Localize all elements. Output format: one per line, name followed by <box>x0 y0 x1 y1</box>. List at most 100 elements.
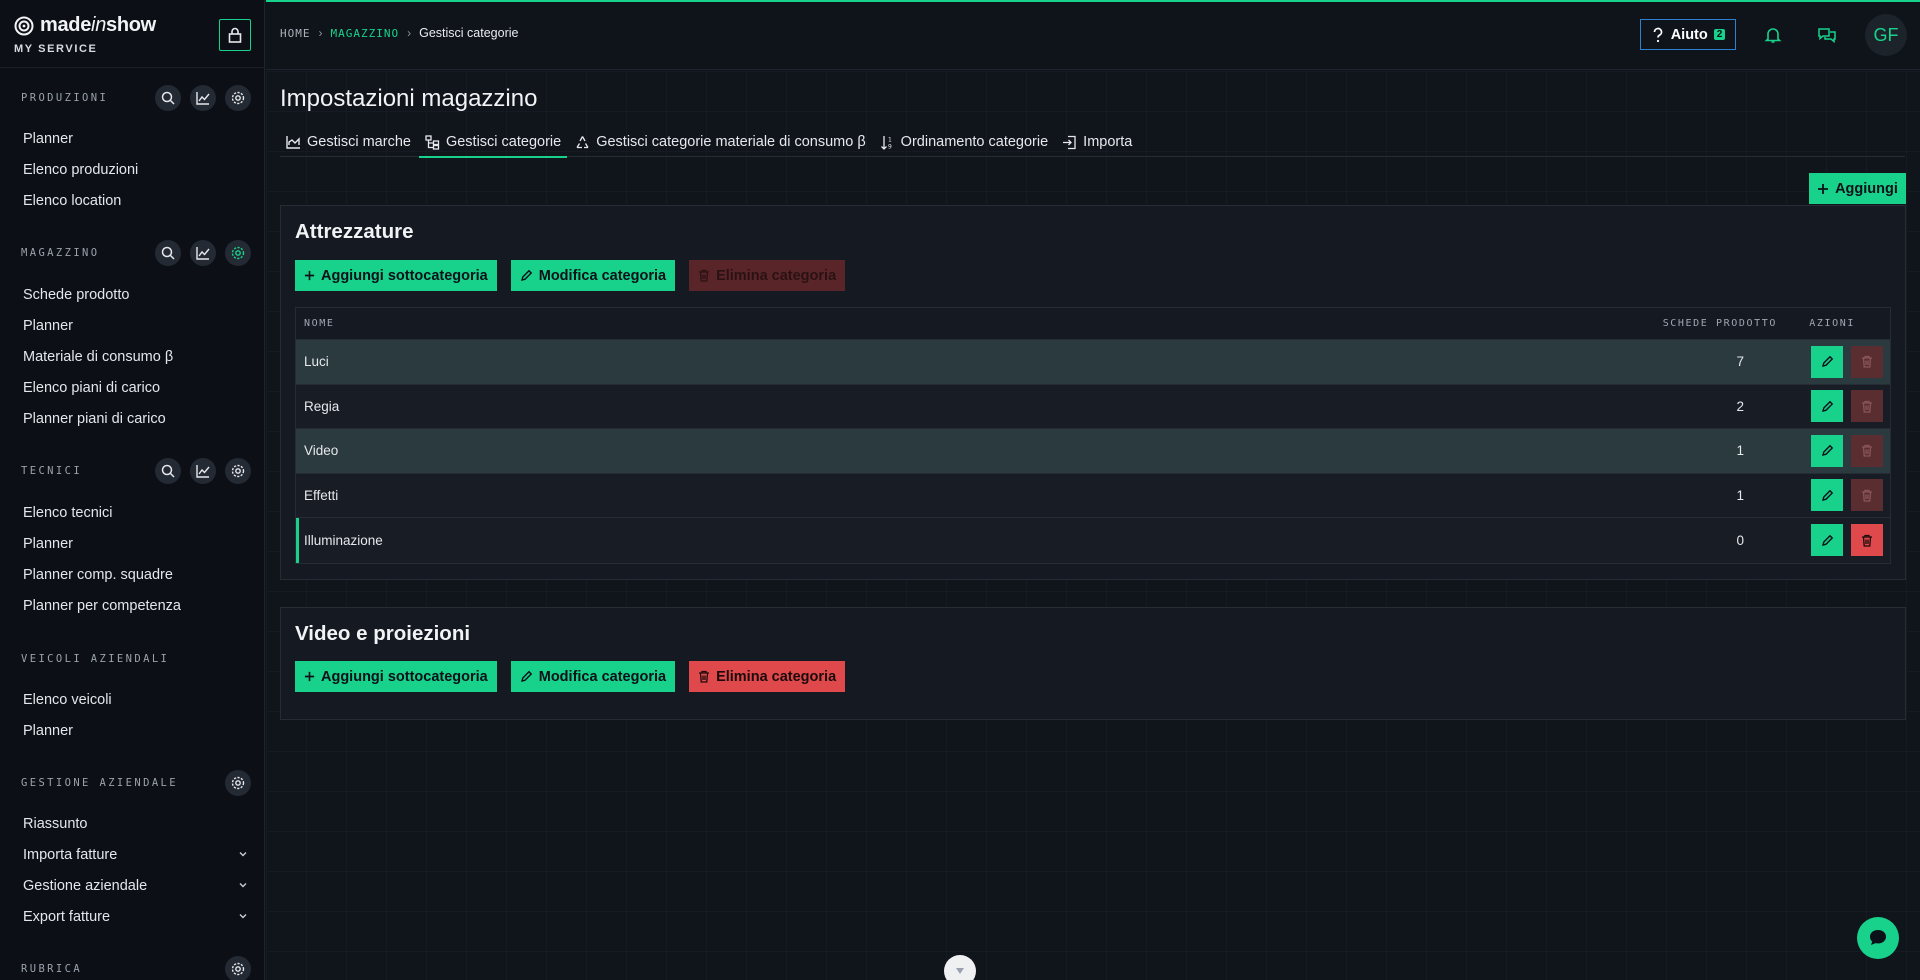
sidebar-item-planner[interactable]: Planner <box>23 532 248 556</box>
button-label: Elimina categoria <box>716 668 837 685</box>
plus-icon <box>304 270 315 281</box>
section-title: TECNICI <box>21 465 83 477</box>
avatar[interactable]: GF <box>1865 14 1907 56</box>
sidebar-item-elenco-veicoli[interactable]: Elenco veicoli <box>23 688 248 712</box>
recycle-icon <box>576 135 589 148</box>
stats-button[interactable] <box>190 85 216 111</box>
help-button[interactable]: Aiuto 2 <box>1640 19 1736 50</box>
settings-button[interactable] <box>225 770 251 796</box>
edit-row-button[interactable] <box>1811 434 1843 467</box>
settings-button[interactable] <box>225 85 251 111</box>
search-button[interactable] <box>155 240 181 266</box>
section-gestione-aziendale: GESTIONE AZIENDALE <box>21 770 251 796</box>
table-header: NOME SCHEDE PRODOTTO AZIONI <box>296 308 1890 340</box>
sidebar-item-elenco-tecnici[interactable]: Elenco tecnici <box>23 501 248 525</box>
settings-button[interactable] <box>225 956 251 980</box>
add-subcategory-button[interactable]: Aggiungi sottocategoria <box>295 260 497 291</box>
delete-row-button[interactable] <box>1851 479 1883 512</box>
sidebar-item-label: Importa fatture <box>23 847 118 863</box>
column-header-count[interactable]: SCHEDE PRODOTTO <box>1663 318 1777 329</box>
breadcrumb-home[interactable]: HOME <box>280 27 311 40</box>
table-row[interactable]: Regia 2 <box>296 384 1890 429</box>
row-count: 0 <box>1736 532 1744 548</box>
top-bar: HOME › MAGAZZINO › Gestisci categorie Ai… <box>266 0 1920 70</box>
sidebar-item-planner-competenza[interactable]: Planner per competenza <box>23 594 248 618</box>
sidebar-item-planner[interactable]: Planner <box>23 314 248 338</box>
sidebar-item-label: Gestione aziendale <box>23 878 148 894</box>
tab-label: Gestisci categorie <box>445 134 562 150</box>
gear-icon <box>231 962 245 976</box>
messages-button[interactable] <box>1814 22 1840 48</box>
gear-icon <box>231 246 245 260</box>
edit-row-button[interactable] <box>1811 345 1843 378</box>
tab-gestisci-marche[interactable]: Gestisci marche <box>280 127 417 157</box>
row-name: Illuminazione <box>304 532 383 548</box>
delete-row-button[interactable] <box>1851 390 1883 423</box>
search-icon <box>161 464 175 478</box>
sidebar-item-schede-prodotto[interactable]: Schede prodotto <box>23 283 248 307</box>
sidebar-item-materiale-consumo[interactable]: Materiale di consumo β <box>23 345 248 369</box>
pencil-icon <box>1821 400 1833 412</box>
chat-button[interactable] <box>1857 917 1899 959</box>
sidebar-item-elenco-location[interactable]: Elenco location <box>23 189 248 213</box>
sidebar-item-elenco-piani-carico[interactable]: Elenco piani di carico <box>23 376 248 400</box>
plus-icon <box>304 671 315 682</box>
edit-row-button[interactable] <box>1811 390 1843 423</box>
add-category-button[interactable]: Aggiungi <box>1809 173 1906 204</box>
table-row[interactable]: Luci 7 <box>296 340 1890 385</box>
notifications-button[interactable] <box>1760 22 1786 48</box>
sidebar-item-export-fatture[interactable]: Export fatture <box>23 905 248 929</box>
delete-row-button[interactable] <box>1851 345 1883 378</box>
delete-row-button[interactable] <box>1851 524 1883 557</box>
edit-category-button[interactable]: Modifica categoria <box>510 661 676 692</box>
edit-row-button[interactable] <box>1811 479 1843 512</box>
sidebar-item-gestione-aziendale[interactable]: Gestione aziendale <box>23 874 248 898</box>
breadcrumb-magazzino[interactable]: MAGAZZINO <box>331 27 400 40</box>
section-title: PRODUZIONI <box>21 92 109 104</box>
table-row[interactable]: Video 1 <box>296 429 1890 474</box>
gear-icon <box>231 91 245 105</box>
tab-ordinamento-categorie[interactable]: 19 Ordinamento categorie <box>874 127 1055 157</box>
settings-button[interactable] <box>225 240 251 266</box>
search-button[interactable] <box>155 85 181 111</box>
sidebar-item-planner[interactable]: Planner <box>23 127 248 151</box>
stats-button[interactable] <box>190 458 216 484</box>
delete-category-button[interactable]: Elimina categoria <box>689 260 846 291</box>
scroll-down-button[interactable] <box>944 955 976 980</box>
breadcrumb: HOME › MAGAZZINO › Gestisci categorie <box>280 26 518 40</box>
button-label: Aggiungi sottocategoria <box>321 668 488 685</box>
add-subcategory-button[interactable]: Aggiungi sottocategoria <box>295 661 497 692</box>
search-icon <box>161 91 175 105</box>
subcategory-table: NOME SCHEDE PRODOTTO AZIONI Luci 7 Regia… <box>295 307 1891 564</box>
sidebar-item-planner-piani-carico[interactable]: Planner piani di carico <box>23 407 248 431</box>
category-actions: Aggiungi sottocategoria Modifica categor… <box>295 260 846 291</box>
edit-category-button[interactable]: Modifica categoria <box>510 260 676 291</box>
sidebar-item-planner[interactable]: Planner <box>23 719 248 743</box>
settings-button[interactable] <box>225 458 251 484</box>
import-icon <box>1063 135 1076 149</box>
edit-row-button[interactable] <box>1811 524 1843 557</box>
search-icon <box>161 246 175 260</box>
brand-header: madeinshow MY SERVICE <box>0 0 264 68</box>
brand-chart-icon <box>286 136 300 149</box>
tab-categorie-materiale-consumo[interactable]: Gestisci categorie materiale di consumo … <box>569 127 871 157</box>
sidebar-item-importa-fatture[interactable]: Importa fatture <box>23 843 248 867</box>
lock-sidebar-button[interactable] <box>219 19 251 51</box>
tab-importa[interactable]: Importa <box>1056 127 1138 157</box>
sidebar-item-planner-comp-squadre[interactable]: Planner comp. squadre <box>23 563 248 587</box>
sidebar-item-riassunto[interactable]: Riassunto <box>23 812 248 836</box>
gear-icon <box>231 464 245 478</box>
table-row[interactable]: Effetti 1 <box>296 473 1890 518</box>
delete-category-button[interactable]: Elimina categoria <box>689 661 846 692</box>
column-header-name[interactable]: NOME <box>304 318 334 329</box>
search-button[interactable] <box>155 458 181 484</box>
tab-gestisci-categorie[interactable]: Gestisci categorie <box>418 127 568 158</box>
logo[interactable]: madeinshow <box>14 14 156 37</box>
table-row[interactable]: Illuminazione 0 <box>296 518 1890 563</box>
tab-bar: Gestisci marche Gestisci categorie Gesti… <box>280 127 1905 158</box>
brand-subtitle: MY SERVICE <box>14 43 98 55</box>
stats-button[interactable] <box>190 240 216 266</box>
delete-row-button[interactable] <box>1851 434 1883 467</box>
sidebar-item-elenco-produzioni[interactable]: Elenco produzioni <box>23 158 248 182</box>
trash-icon <box>1862 534 1872 547</box>
